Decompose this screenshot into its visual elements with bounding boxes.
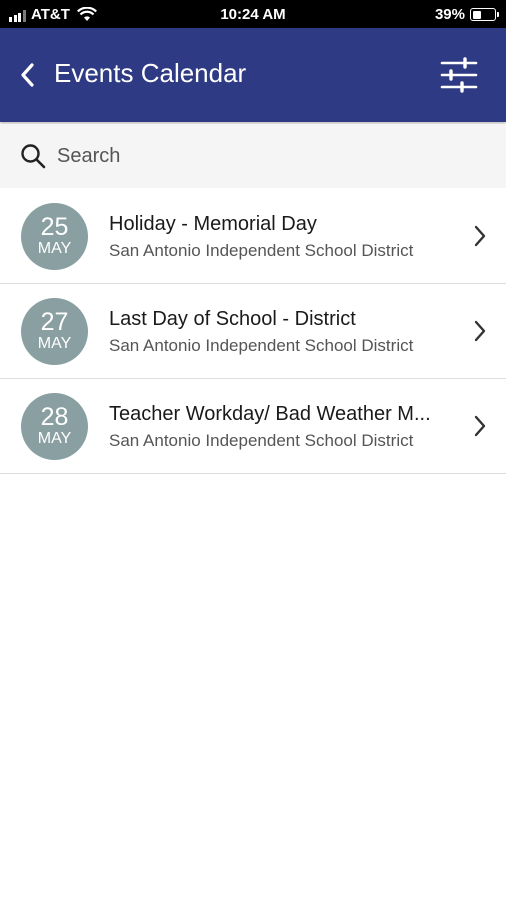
status-bar: AT&T 10:24 AM 39%: [0, 0, 506, 28]
filter-button[interactable]: [440, 56, 478, 94]
chevron-right-icon: [474, 415, 486, 437]
date-badge: 27 MAY: [21, 298, 88, 365]
chevron-left-icon: [21, 63, 34, 87]
chevron-right-icon: [474, 225, 486, 247]
status-time: 10:24 AM: [220, 6, 286, 23]
event-row[interactable]: 27 MAY Last Day of School - District San…: [0, 284, 506, 379]
sliders-icon: [440, 57, 478, 93]
search-bar: [0, 124, 506, 188]
date-badge: 28 MAY: [21, 393, 88, 460]
date-month: MAY: [37, 335, 72, 352]
search-icon: [21, 144, 46, 169]
event-row[interactable]: 25 MAY Holiday - Memorial Day San Antoni…: [0, 189, 506, 284]
date-day: 27: [40, 308, 69, 336]
event-list: 25 MAY Holiday - Memorial Day San Antoni…: [0, 189, 506, 474]
status-right: 39%: [434, 6, 499, 23]
event-row[interactable]: 28 MAY Teacher Workday/ Bad Weather M...…: [0, 379, 506, 474]
event-title: Teacher Workday/ Bad Weather M...: [109, 403, 431, 425]
date-month: MAY: [37, 430, 72, 447]
date-day: 28: [40, 403, 69, 431]
page-title: Events Calendar: [54, 58, 247, 88]
date-day: 25: [40, 213, 69, 241]
date-badge: 25 MAY: [21, 203, 88, 270]
battery-fill: [472, 10, 481, 19]
event-subtitle: San Antonio Independent School District: [109, 336, 414, 355]
event-title: Holiday - Memorial Day: [109, 213, 317, 235]
event-subtitle: San Antonio Independent School District: [109, 431, 414, 450]
event-subtitle: San Antonio Independent School District: [109, 241, 414, 260]
chevron-right-icon: [474, 320, 486, 342]
date-month: MAY: [37, 240, 72, 257]
search-input[interactable]: [57, 141, 477, 171]
battery-icon: [470, 8, 499, 21]
nav-bar: Events Calendar: [0, 28, 506, 122]
event-title: Last Day of School - District: [109, 308, 356, 330]
battery-percent: 39%: [434, 6, 465, 23]
back-button[interactable]: [16, 60, 40, 90]
